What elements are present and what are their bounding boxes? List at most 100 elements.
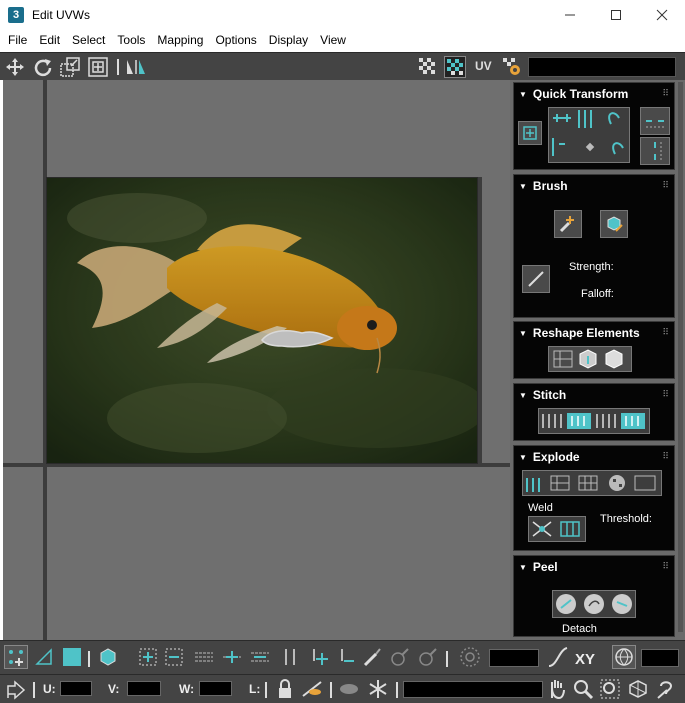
paint-shrink-icon[interactable] [416,645,440,669]
maximize-button[interactable] [593,0,639,30]
paint-move-button[interactable] [554,210,582,238]
pan-icon[interactable] [545,677,569,701]
loop-grow-icon[interactable] [220,645,244,669]
ring-grow-icon[interactable] [306,645,330,669]
strength-label: Strength: [569,261,614,273]
quick-transform-title[interactable]: ▼ Quick Transform [519,87,628,101]
toolbar-separator [33,682,35,698]
falloff-value-field[interactable] [489,649,539,667]
u-field[interactable] [60,681,92,696]
grip-icon[interactable]: ⠿ [662,88,669,99]
menu-options[interactable]: Options [209,30,262,51]
mirror-icon[interactable] [124,56,146,78]
explode-icons [526,475,656,492]
grip-icon[interactable]: ⠿ [662,561,669,572]
ring-shrink-icon[interactable] [334,645,358,669]
right-panel: ▼ Quick Transform ⠿ ▼ Brush ⠿ Strength: … [510,80,685,640]
menu-mapping[interactable]: Mapping [151,30,209,51]
menu-select[interactable]: Select [66,30,111,51]
grip-icon[interactable]: ⠿ [662,327,669,338]
grip-icon[interactable]: ⠿ [662,180,669,191]
toolbar-separator [265,682,267,698]
paint-select-icon[interactable] [360,645,384,669]
help-icon[interactable] [654,677,678,701]
scale-icon[interactable] [59,56,81,78]
zoom-region-icon[interactable] [598,677,622,701]
minimize-button[interactable] [547,0,593,30]
falloff-curve-icon [528,271,544,287]
uv-viewport[interactable] [3,80,510,640]
menu-display[interactable]: Display [263,30,314,51]
relax-brush-icon [607,216,623,232]
top-toolbar: UV [0,52,685,80]
reshape-elements-title[interactable]: ▼ Reshape Elements [519,326,640,340]
menu-file[interactable]: File [2,30,33,51]
grip-icon[interactable]: ⠿ [662,451,669,462]
paint-grow-icon[interactable] [388,645,412,669]
freeze-icon[interactable] [366,677,390,701]
v-field[interactable] [127,681,161,696]
lock-icon[interactable] [273,677,297,701]
menu-tools[interactable]: Tools [111,30,151,51]
menu-view[interactable]: View [314,30,352,51]
u-label: U: [43,682,56,696]
visibility-icon[interactable] [337,677,361,701]
goldfish-image [47,178,477,463]
checker-icon[interactable] [417,56,439,78]
peel-buttons[interactable] [552,590,636,618]
uv-label[interactable]: UV [475,59,492,73]
menu-bar: File Edit Select Tools Mapping Options D… [0,30,685,51]
falloff-label: Falloff: [581,288,614,300]
world-space-field[interactable] [641,649,679,667]
explode-buttons[interactable] [522,470,662,496]
space-horizontal-button[interactable] [640,107,670,135]
checker-pattern-icon[interactable] [444,56,466,78]
stitch-buttons[interactable] [538,408,650,434]
transform-type-icon[interactable] [4,677,28,701]
window-title: Edit UVWs [32,8,91,22]
peel-title[interactable]: ▼ Peel [519,560,558,574]
loop-select-icon[interactable] [192,645,216,669]
space-vertical-button[interactable] [640,137,670,165]
grow-selection-icon[interactable] [136,645,160,669]
move-icon[interactable] [4,56,26,78]
w-field[interactable] [199,681,232,696]
world-space-icon[interactable] [612,645,636,669]
weld-buttons[interactable] [528,516,586,542]
align-center-button[interactable] [518,121,542,145]
select-element-icon[interactable] [96,645,120,669]
reshape-buttons[interactable] [548,346,632,372]
brush-title[interactable]: ▼ Brush [519,179,568,193]
hide-icon[interactable] [300,677,324,701]
select-vertex-icon[interactable] [4,645,28,669]
select-edge-icon[interactable] [32,645,56,669]
toolbar-input-field[interactable] [528,57,676,77]
soft-selection-icon[interactable] [458,645,482,669]
brush-falloff-button[interactable] [522,265,550,293]
relax-brush-button[interactable] [600,210,628,238]
align-center-icon [523,126,537,140]
falloff-curve-icon[interactable] [546,645,570,669]
ring-select-icon[interactable] [278,645,302,669]
zoom-extents-icon[interactable] [626,677,650,701]
zoom-icon[interactable] [571,677,595,701]
status-field[interactable] [403,681,543,698]
close-button[interactable] [639,0,685,30]
reshape-elements-rollout: ▼ Reshape Elements ⠿ [513,321,675,379]
explode-title[interactable]: ▼ Explode [519,450,580,464]
loop-shrink-icon[interactable] [248,645,272,669]
stitch-icons [542,413,645,429]
shrink-selection-icon[interactable] [162,645,186,669]
grip-icon[interactable]: ⠿ [662,389,669,400]
rotate-icon[interactable] [32,56,54,78]
select-face-icon[interactable] [60,645,84,669]
peel-icons [556,594,632,614]
panel-scrollbar[interactable] [678,82,683,632]
freeform-icon[interactable] [87,56,109,78]
toolbar-separator [396,682,398,698]
menu-edit[interactable]: Edit [33,30,66,51]
stitch-title[interactable]: ▼ Stitch [519,388,566,402]
weld-label: Weld [528,502,553,514]
xy-label[interactable]: XY [575,651,595,668]
uv-settings-icon[interactable] [501,56,523,78]
